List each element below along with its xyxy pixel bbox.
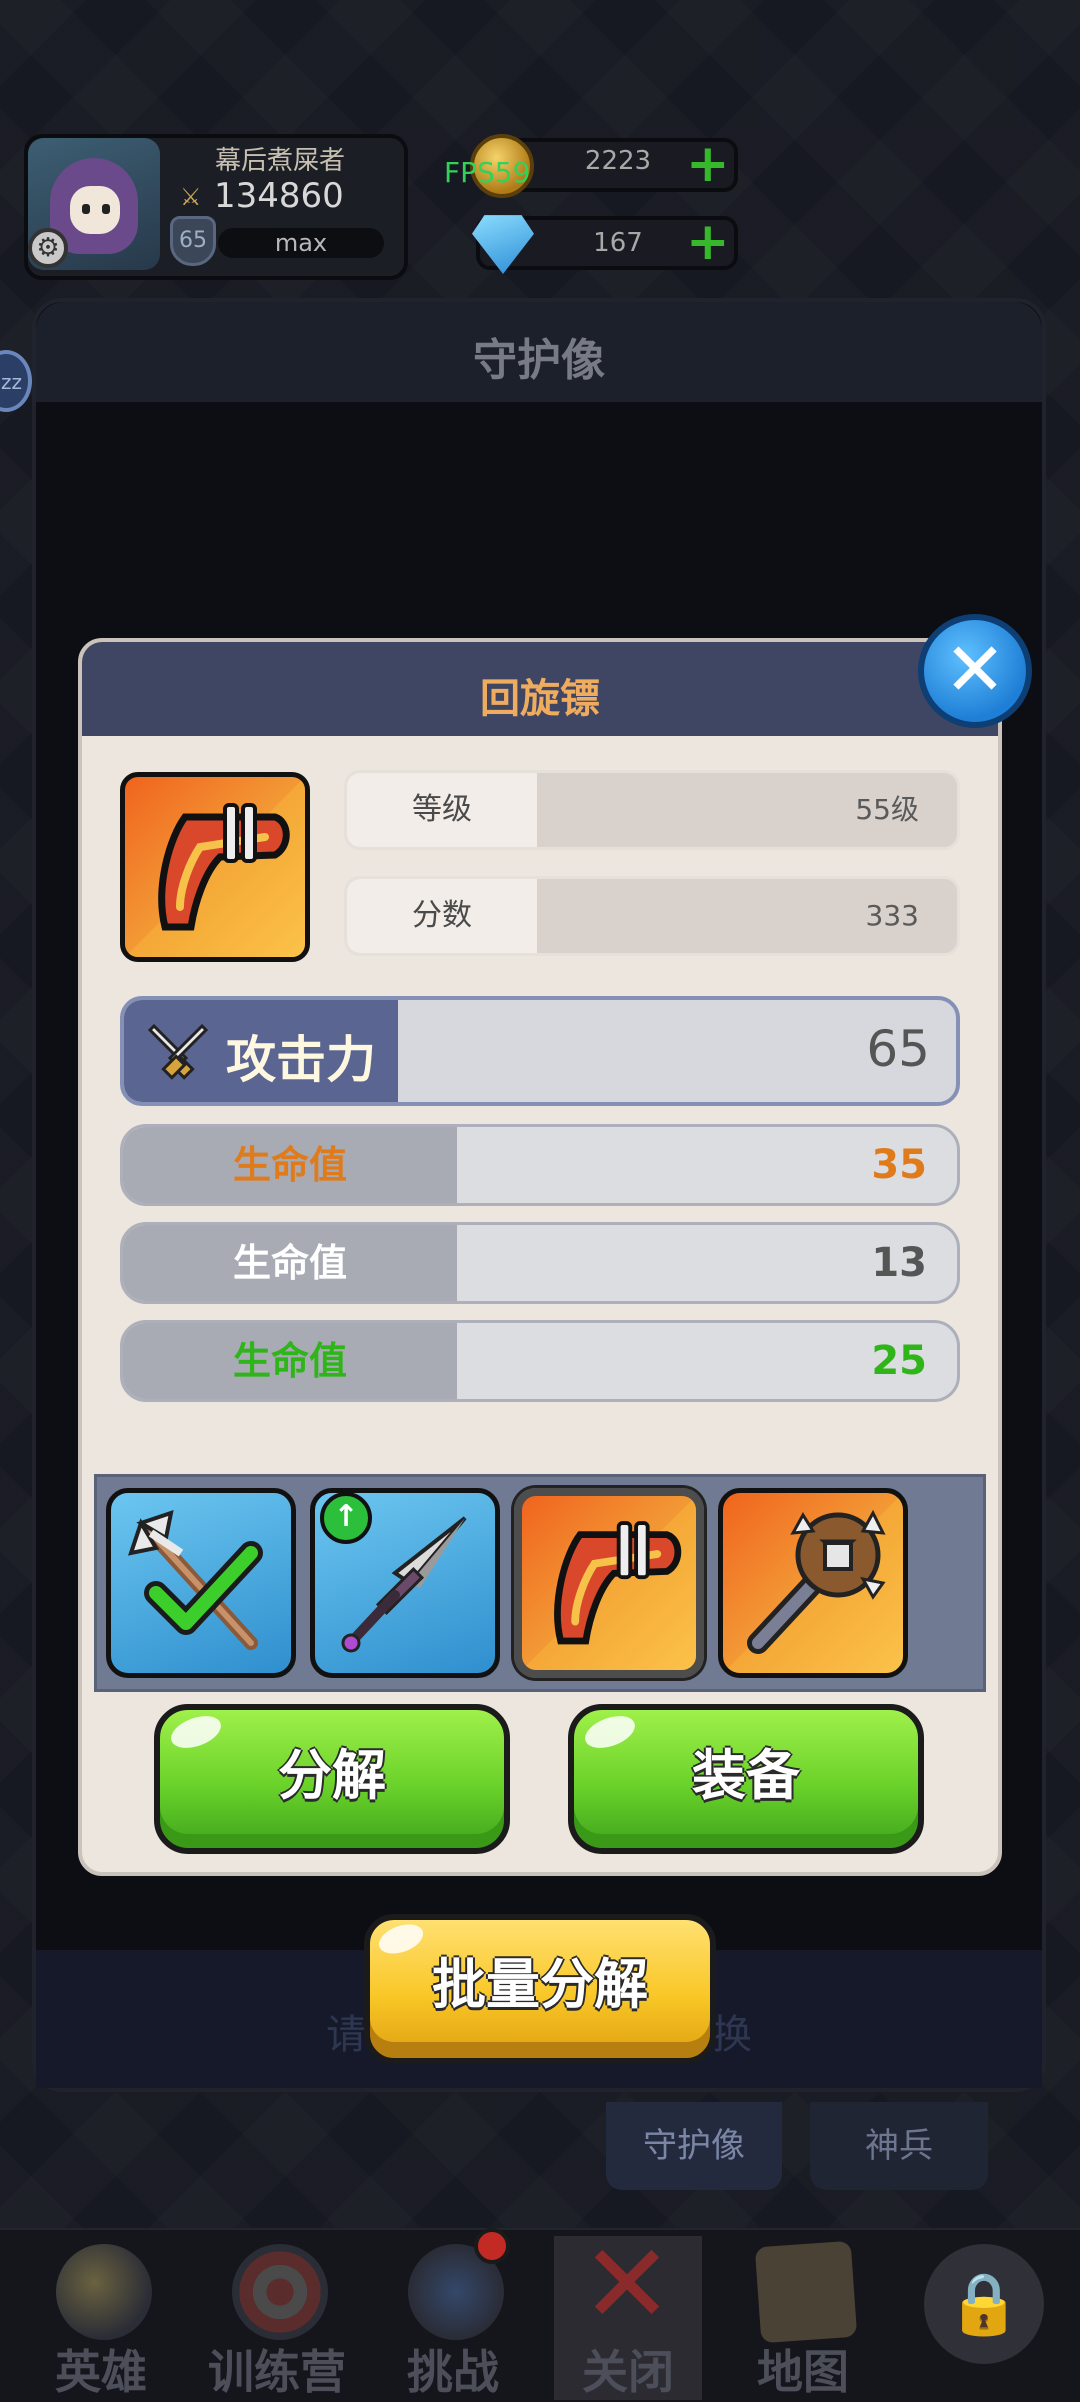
avatar-face [70, 186, 120, 234]
hp-row-2: 生命值 13 [120, 1222, 960, 1304]
tab-divine-weapon[interactable]: 神兵 [810, 2102, 988, 2190]
nav-training-label: 训练营 [208, 2345, 346, 2399]
inventory-slot-boomerang[interactable] [514, 1488, 704, 1678]
hp-value-2: 13 [871, 1240, 927, 1286]
hp-value-1: 35 [871, 1142, 927, 1188]
settings-gear-icon[interactable]: ⚙ [28, 228, 68, 268]
hp-label-2: 生命值 [232, 1241, 347, 1285]
attack-stat-row: 攻击力 65 [120, 996, 960, 1106]
add-gold-button[interactable]: + [686, 138, 730, 190]
nav-training-camp[interactable]: 训练营 [192, 2236, 362, 2400]
gold-amount: 2223 [584, 146, 652, 176]
spiked-mace-icon [723, 1493, 903, 1673]
stat-level-label: 等级 [347, 773, 537, 847]
close-dialog-button[interactable]: ✕ [918, 614, 1032, 728]
stat-score-row: 分数 333 [344, 876, 960, 956]
stat-score-value: 333 [865, 899, 919, 932]
inventory-slot-trident[interactable] [106, 1488, 296, 1678]
nav-challenge[interactable]: 挑战 [368, 2236, 538, 2400]
nav-close-label: 关闭 [582, 2345, 674, 2399]
add-gems-button[interactable]: + [686, 216, 730, 268]
hp-value-3: 25 [871, 1338, 927, 1384]
upgrade-arrow-icon: ↑ [320, 1492, 372, 1544]
nav-heroes[interactable]: 英雄 [16, 2236, 186, 2400]
lock-icon: 🔒 [924, 2244, 1044, 2364]
hp-label-1: 生命值 [232, 1143, 347, 1187]
nav-challenge-label: 挑战 [407, 2345, 499, 2399]
panel-hint-left: 请 [326, 2012, 366, 2058]
heroes-icon [56, 2244, 152, 2340]
close-x-icon: ✕ [580, 2220, 674, 2348]
stat-level-value: 55级 [855, 793, 919, 826]
map-icon [754, 2240, 858, 2344]
boomerang-icon [125, 777, 305, 957]
hp-row-1: 生命值 35 [120, 1124, 960, 1206]
selected-item-frame [120, 772, 310, 962]
power-swords-icon: ⚔ [180, 183, 202, 211]
guardian-panel-title: 守护像 [473, 335, 605, 386]
attack-label: 攻击力 [226, 1031, 376, 1089]
boomerang-icon [522, 1496, 696, 1670]
attack-value: 65 [866, 1020, 930, 1078]
dialog-title: 回旋镖 [480, 676, 600, 722]
player-power: 134860 [214, 176, 344, 216]
notification-dot [474, 2228, 510, 2264]
panel-hint-right: 换 [712, 2012, 752, 2058]
trident-icon [128, 1510, 263, 1650]
crossed-swords-icon [147, 1023, 209, 1080]
nav-heroes-label: 英雄 [55, 2345, 147, 2399]
player-exp-bar: max [218, 228, 384, 258]
nav-map[interactable]: 地图 [718, 2236, 888, 2400]
nav-locked[interactable]: 🔒 [896, 2236, 1066, 2400]
hp-label-3: 生命值 [232, 1339, 347, 1383]
hp-row-3: 生命值 25 [120, 1320, 960, 1402]
gem-amount: 167 [593, 228, 643, 258]
stat-level-row: 等级 55级 [344, 770, 960, 850]
stat-score-label: 分数 [347, 879, 537, 953]
inventory-slot-mace[interactable] [718, 1488, 908, 1678]
avatar-eye [82, 204, 90, 214]
tab-guardian[interactable]: 守护像 [606, 2102, 782, 2190]
player-level-shield: 65 [170, 216, 216, 266]
training-target-icon [232, 2244, 328, 2340]
nav-map-label: 地图 [757, 2345, 849, 2399]
avatar-eye [102, 204, 110, 214]
nav-close[interactable]: ✕ 关闭 [554, 2220, 702, 2400]
fps-counter: FPS59 [444, 156, 531, 189]
player-name: 幕后煮屎者 [214, 146, 345, 176]
